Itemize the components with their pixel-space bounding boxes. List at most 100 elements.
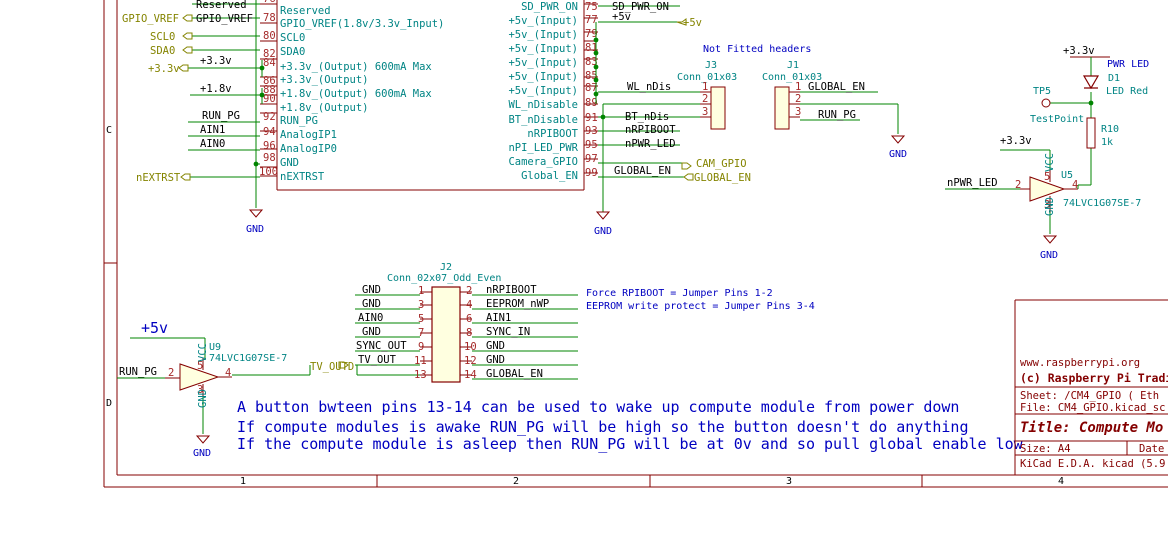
resistor-ref: R10: [1101, 124, 1119, 135]
pin-label-sd-pwr-on: SD_PWR_ON: [521, 1, 578, 13]
global-label-global-en: GLOBAL_EN: [694, 172, 751, 184]
j3-pin-3: 3: [702, 106, 708, 118]
u5-pin-in: 2: [1015, 179, 1021, 191]
u5-ref: U5: [1061, 170, 1073, 181]
j2-pin-12: 12: [464, 355, 477, 367]
led-d1-symbol: [1082, 75, 1100, 90]
j2-note-rpiboot: Force RPIBOOT = Jumper Pins 1-2: [586, 288, 773, 299]
led-vcc-label: +3.3v: [1063, 45, 1095, 57]
j3-pin-2: 2: [702, 93, 708, 105]
pin-label-nextrst: nEXTRST: [280, 171, 325, 183]
j3-ref: J3: [705, 60, 717, 71]
led-junction: [1088, 100, 1094, 106]
pin-label-gpio-vref: GPIO_VREF(1.8v/3.3v_Input): [280, 18, 444, 30]
pin-label-sda0: SDA0: [280, 46, 305, 58]
title-block-title: Title: Compute Mo: [1020, 420, 1163, 436]
pin-label-33v-out-1: +3.3v_(Output) 600mA Max: [280, 61, 432, 73]
gnd-label-u9: GND: [193, 448, 211, 459]
right-pin-labels: SD_PWR_ON +5v_(Input) +5v_(Input) +5v_(I…: [508, 1, 578, 182]
pin-num-98: 98: [263, 152, 276, 164]
j2-body: [431, 286, 461, 383]
title-block-sheet: Sheet: /CM4_GPIO ( Eth: [1020, 390, 1159, 402]
gnd-label-left: GND: [246, 224, 264, 235]
j2-right-net-12: GND: [486, 354, 505, 366]
j1-ref: J1: [787, 60, 799, 71]
u9-vcc-pin-label: VCC: [197, 343, 209, 362]
u5-vcc-pin-label: VCC: [1044, 153, 1056, 172]
global-label-33v: +3.3v: [148, 63, 180, 75]
right-global-label-arrows: [676, 18, 694, 181]
j2-right-net-2: nRPIBOOT: [486, 284, 537, 296]
pin-label-scl0: SCL0: [280, 32, 305, 44]
u5-input-net: nPWR_LED: [947, 177, 998, 189]
j1-net-global-en: GLOBAL_EN: [808, 81, 865, 93]
led-value: LED Red: [1106, 86, 1148, 97]
j2-right-net-10: GND: [486, 340, 505, 352]
j2-pin-2: 2: [466, 285, 472, 297]
pin-label-wl-ndisable: WL_nDisable: [508, 99, 578, 111]
pin-label-18v-out-1: +1.8v_(Output) 600mA Max: [280, 88, 432, 100]
net-global-en: GLOBAL_EN: [614, 165, 671, 177]
j2-value: Conn_02x07_Odd_Even: [387, 273, 501, 284]
j2-left-net-3: GND: [362, 298, 381, 310]
schematic-canvas: C D 1 2 3 4 76 78 80 82 84 86 88 90 92 9…: [103, 0, 1168, 488]
pin-label-nrpiboot: nRPIBOOT: [527, 128, 578, 140]
left-global-label-arrows: [178, 14, 193, 181]
net-18v: +1.8v: [200, 83, 232, 95]
j2-right-net-4: EEPROM_nWP: [486, 298, 549, 310]
testpoint-symbol: [1041, 98, 1051, 108]
j1-pin-2: 2: [795, 93, 801, 105]
pin-label-5v-in-3: +5v_(Input): [508, 43, 578, 55]
j3-pin-1: 1: [702, 81, 708, 93]
net-bt-ndis: BT_nDis: [625, 111, 669, 123]
led-ref: D1: [1108, 73, 1120, 84]
global-label-scl0: SCL0: [150, 31, 175, 43]
border-row-d: D: [106, 398, 112, 409]
note-line-2: If compute modules is awake RUN_PG will …: [237, 418, 969, 436]
pin-num-90: 90: [263, 93, 276, 105]
j1-pin-3: 3: [795, 106, 801, 118]
pin-label-bt-ndisable: BT_nDisable: [508, 114, 578, 126]
net-run-pg: RUN_PG: [202, 110, 240, 122]
j2-left-net-11: TV_OUT: [358, 354, 397, 366]
j2-pin-11: 11: [414, 355, 427, 367]
pin-num-96: 96: [263, 140, 276, 152]
u9-input-net: RUN_PG: [119, 366, 157, 378]
j2-pin-6: 6: [466, 313, 472, 325]
gnd-symbol-j1: [890, 135, 906, 144]
u9-pin-in: 2: [168, 367, 174, 379]
j2-pin-1: 1: [418, 285, 424, 297]
not-fitted-headers-title: Not Fitted headers: [703, 44, 811, 55]
j2-right-net-6: AIN1: [486, 312, 511, 324]
pin-num-97: 97: [585, 153, 598, 165]
gnd-symbol-u9: [195, 435, 211, 444]
j2-left-net-5: AIN0: [358, 312, 383, 324]
u5-gnd-pin-label: GND: [1044, 197, 1056, 216]
left-wiring: [188, 0, 263, 208]
border-col-2: 2: [513, 476, 519, 487]
pin-num-99: 99: [585, 167, 598, 179]
j2-pin-7: 7: [418, 327, 424, 339]
global-label-sda0: SDA0: [150, 45, 175, 57]
gnd-symbol-right: [595, 211, 611, 220]
net-ain0: AIN0: [200, 138, 225, 150]
global-label-cam-gpio: CAM_GPIO: [696, 158, 747, 170]
pin-num-80: 80: [263, 30, 276, 42]
gnd-label-u5: GND: [1040, 250, 1058, 261]
j2-pin-9: 9: [418, 341, 424, 353]
resistor-r10: [1086, 117, 1096, 149]
net-npwr-led: nPWR_LED: [625, 138, 676, 150]
j2-pin-10: 10: [464, 341, 477, 353]
pin-label-analogip0: AnalogIP0: [280, 143, 337, 155]
gnd-label-right: GND: [594, 226, 612, 237]
j2-ref: J2: [440, 262, 452, 273]
u9-pin-out: 4: [225, 367, 231, 379]
j2-right-net-8: SYNC_IN: [486, 326, 530, 338]
u9-value: 74LVC1G07SE-7: [209, 353, 287, 364]
pin-label-run-pg: RUN_PG: [280, 115, 318, 127]
j2-pin-14: 14: [464, 369, 477, 381]
pin-num-91: 91: [585, 112, 598, 124]
net-gpio-vref: GPIO_VREF: [196, 13, 253, 25]
pin-num-94: 94: [263, 126, 276, 138]
pin-label-5v-in-4: +5v_(Input): [508, 57, 578, 69]
